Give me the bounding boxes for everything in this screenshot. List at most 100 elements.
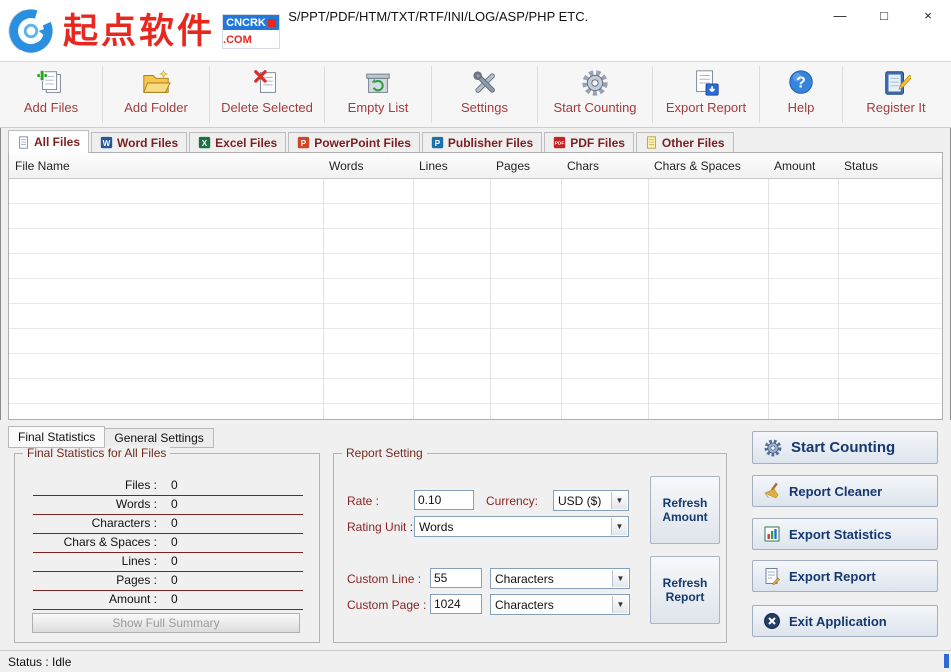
- delete-selected-button[interactable]: Delete Selected: [210, 62, 324, 127]
- statistics-group-title: Final Statistics for All Files: [23, 446, 170, 460]
- column-header-lines[interactable]: Lines: [413, 153, 490, 178]
- chevron-down-icon: ▼: [612, 596, 628, 613]
- tab-excel-files[interactable]: X Excel Files: [189, 132, 286, 152]
- report-group-title: Report Setting: [342, 446, 427, 460]
- title-bar: LS/PPT/PDF/HTM/TXT/RTF/INI/LOG/ASP/PHP E…: [0, 0, 951, 62]
- status-bar: Status : Idle: [0, 650, 951, 672]
- svg-text:?: ?: [796, 75, 806, 92]
- statistics-chart-icon: [763, 525, 781, 543]
- tab-general-settings[interactable]: General Settings: [104, 428, 213, 448]
- custom-page-input[interactable]: [430, 594, 482, 614]
- broom-icon: [763, 482, 781, 500]
- currency-label: Currency:: [486, 494, 538, 508]
- register-button[interactable]: Register It: [843, 62, 949, 127]
- svg-text:X: X: [202, 139, 208, 148]
- refresh-report-button[interactable]: Refresh Report: [650, 556, 720, 624]
- currency-select[interactable]: USD ($) ▼: [553, 490, 629, 511]
- toolbar-label: Add Files: [24, 100, 78, 115]
- grid-line: [648, 153, 649, 419]
- status-text: Status : Idle: [8, 655, 71, 669]
- stat-value: 0: [157, 591, 178, 609]
- tab-all-files[interactable]: All Files: [8, 130, 89, 153]
- tab-label: Publisher Files: [448, 136, 533, 150]
- stat-value: 0: [157, 553, 178, 571]
- export-report-button[interactable]: Export Report: [752, 560, 938, 592]
- tab-powerpoint-files[interactable]: P PowerPoint Files: [288, 132, 420, 152]
- rating-unit-select[interactable]: Words ▼: [414, 516, 629, 537]
- maximize-button[interactable]: □: [862, 1, 906, 30]
- logo-chinese-text: 起点软件: [63, 14, 215, 49]
- custom-line-input[interactable]: [430, 568, 482, 588]
- toolbar-label: Register It: [866, 100, 925, 115]
- show-full-summary-button[interactable]: Show Full Summary: [32, 613, 300, 633]
- export-statistics-button[interactable]: Export Statistics: [752, 518, 938, 550]
- minimize-button[interactable]: —: [818, 1, 862, 30]
- delete-selected-icon: [252, 68, 282, 98]
- bottom-panel: Final Statistics General Settings Final …: [0, 420, 951, 650]
- settings-button[interactable]: Settings: [432, 62, 537, 127]
- close-button[interactable]: ×: [906, 1, 950, 30]
- tab-final-statistics[interactable]: Final Statistics: [8, 426, 105, 448]
- column-header-chars[interactable]: Chars: [561, 153, 648, 178]
- help-icon: ?: [786, 68, 816, 98]
- export-report-toolbar-button[interactable]: Export Report: [653, 62, 759, 127]
- column-header-status[interactable]: Status: [838, 153, 940, 178]
- column-header-pages[interactable]: Pages: [490, 153, 561, 178]
- custom-page-unit-select[interactable]: Characters ▼: [490, 594, 630, 615]
- action-label: Report Cleaner: [789, 484, 882, 499]
- stat-row-chars-spaces: Chars & Spaces : 0: [33, 534, 303, 553]
- grid-line: [838, 153, 839, 419]
- tab-word-files[interactable]: W Word Files: [91, 132, 187, 152]
- svg-text:PDF: PDF: [555, 141, 565, 147]
- exit-application-button[interactable]: Exit Application: [752, 605, 938, 637]
- logo-badge-bottom: .COM: [223, 33, 252, 47]
- resize-grip: [944, 654, 949, 668]
- column-header-words[interactable]: Words: [323, 153, 413, 178]
- table-body-empty[interactable]: [9, 179, 942, 419]
- toolbar-label: Empty List: [348, 100, 409, 115]
- stat-row-lines: Lines : 0: [33, 553, 303, 572]
- action-label: Export Report: [789, 569, 876, 584]
- statistics-rows: Files : 0 Words : 0 Characters : 0 Chars…: [15, 454, 319, 610]
- publisher-file-icon: P: [431, 136, 444, 149]
- action-label: Export Statistics: [789, 527, 892, 542]
- start-counting-button[interactable]: Start Counting: [752, 431, 938, 464]
- all-files-icon: [17, 136, 30, 149]
- rate-input[interactable]: [414, 490, 474, 510]
- tab-publisher-files[interactable]: P Publisher Files: [422, 132, 542, 152]
- table-header: File Name Words Lines Pages Chars Chars …: [9, 153, 942, 179]
- powerpoint-file-icon: P: [297, 136, 310, 149]
- stat-value: 0: [157, 515, 178, 533]
- tab-other-files[interactable]: Other Files: [636, 132, 734, 152]
- toolbar-label: Export Report: [666, 100, 746, 115]
- add-folder-button[interactable]: Add Folder: [103, 62, 209, 127]
- add-folder-icon: [141, 68, 171, 98]
- toolbar-label: Help: [788, 100, 815, 115]
- tab-pdf-files[interactable]: PDF PDF Files: [544, 132, 634, 152]
- column-header-file-name[interactable]: File Name: [9, 153, 323, 178]
- report-cleaner-button[interactable]: Report Cleaner: [752, 475, 938, 507]
- column-header-amount[interactable]: Amount: [768, 153, 838, 178]
- toolbar-label: Settings: [461, 100, 508, 115]
- register-icon: [881, 68, 911, 98]
- application-window: { "window": { "title": "LS/PPT/PDF/HTM/T…: [0, 0, 951, 672]
- help-button[interactable]: ? Help: [760, 62, 842, 127]
- svg-text:P: P: [301, 139, 307, 148]
- add-files-button[interactable]: Add Files: [0, 62, 102, 127]
- empty-list-button[interactable]: Empty List: [325, 62, 431, 127]
- file-table: File Name Words Lines Pages Chars Chars …: [8, 152, 943, 420]
- refresh-amount-button[interactable]: Refresh Amount: [650, 476, 720, 544]
- stat-value: 0: [157, 496, 178, 514]
- start-counting-toolbar-button[interactable]: Start Counting: [538, 62, 652, 127]
- excel-file-icon: X: [198, 136, 211, 149]
- tab-label: Word Files: [117, 136, 178, 150]
- rate-label: Rate :: [347, 494, 379, 508]
- toolbar-label: Start Counting: [553, 100, 636, 115]
- final-statistics-group: Final Statistics for All Files Files : 0…: [14, 453, 320, 643]
- custom-line-unit-select[interactable]: Characters ▼: [490, 568, 630, 589]
- action-buttons: Start Counting Report Cleaner: [752, 431, 938, 647]
- stat-row-words: Words : 0: [33, 496, 303, 515]
- column-header-chars-spaces[interactable]: Chars & Spaces: [648, 153, 768, 178]
- pdf-file-icon: PDF: [553, 136, 566, 149]
- toolbar: Add Files Add Folder Delete Selected: [0, 62, 951, 128]
